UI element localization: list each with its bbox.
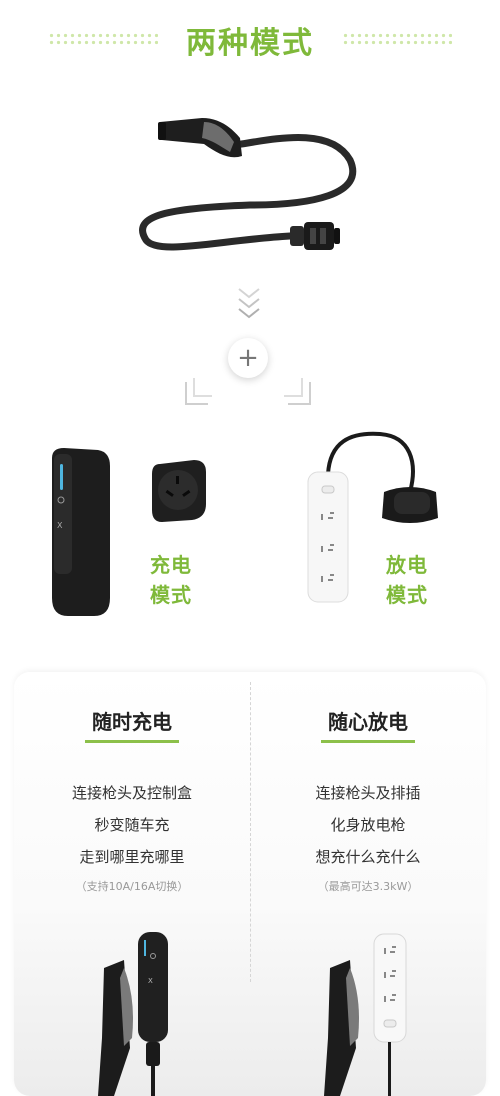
discharge-card-note: （最高可达3.3kW）: [317, 880, 419, 893]
gun-with-power-strip-image: [320, 928, 430, 1096]
charge-card-line-3: 走到哪里充哪里: [79, 848, 185, 866]
arrow-down-left-icon: [182, 372, 218, 412]
charge-card-underline: [85, 740, 179, 743]
svg-text:X: X: [57, 521, 63, 530]
discharge-card-underline: [321, 740, 415, 743]
discharge-card-title: 随心放电: [328, 710, 408, 734]
title-dots-right: [342, 32, 452, 46]
control-box-image: X: [46, 448, 116, 622]
charge-card-title: 随时充电: [92, 710, 172, 734]
charge-card-note: （支持10A/16A切换）: [75, 880, 189, 893]
discharge-card-line-1: 连接枪头及排插: [315, 784, 421, 802]
chevron-down-icon: [236, 286, 262, 326]
plus-icon: +: [228, 338, 268, 378]
charge-card-line-1: 连接枪头及控制盒: [71, 784, 192, 802]
discharge-mode-label: 放电 模式: [386, 553, 428, 607]
arrow-down-right-icon: [278, 372, 314, 412]
charge-card-line-2: 秒变随车充: [94, 816, 170, 834]
svg-text:X: X: [148, 977, 153, 985]
discharge-card-line-2: 化身放电枪: [330, 816, 406, 834]
socket-adapter-image: [150, 458, 210, 528]
charge-mode-label: 充电 模式: [150, 553, 192, 607]
discharge-card-line-3: 想充什么充什么: [315, 848, 421, 866]
gun-with-control-box-image: X: [84, 928, 204, 1096]
charging-cable-image: [130, 100, 370, 260]
modes-card: 随时充电 连接枪头及控制盒 秒变随车充 走到哪里充哪里 （支持10A/16A切换…: [14, 672, 486, 1096]
